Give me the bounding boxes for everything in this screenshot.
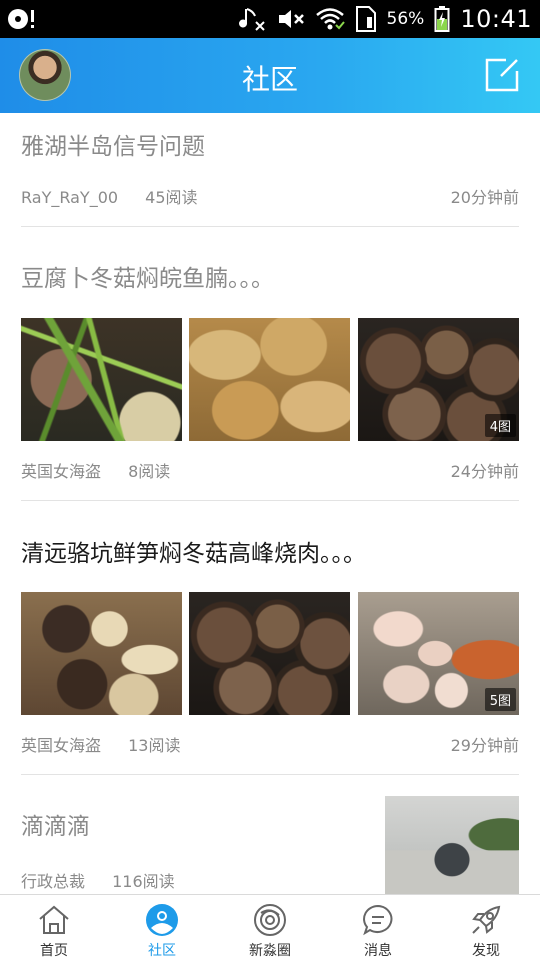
post-author: 英国女海盗 <box>21 736 102 755</box>
header-bar: 社区 <box>0 38 540 113</box>
post-image-roast-pork[interactable]: 5图 <box>358 592 519 715</box>
clock: 10:41 <box>460 5 532 33</box>
bottom-nav: 首页 社区 新淼圈 消息 发现 <box>0 894 540 960</box>
battery-percent: 56% <box>386 9 425 29</box>
nav-label: 社区 <box>148 943 176 959</box>
post-title: 雅湖半岛信号问题 <box>21 134 205 160</box>
image-count-badge: 5图 <box>484 688 516 711</box>
divider <box>21 774 519 775</box>
post-meta: RaY_RaY_00 45阅读 20分钟前 <box>21 184 519 208</box>
nav-home[interactable]: 首页 <box>0 895 108 960</box>
battery-charging-icon <box>434 5 450 33</box>
post-reads: 45阅读 <box>145 188 198 207</box>
post-item[interactable]: 雅湖半岛信号问题 RaY_RaY_00 45阅读 20分钟前 <box>21 127 519 207</box>
post-reads: 13阅读 <box>128 736 181 755</box>
nav-circle[interactable]: 新淼圈 <box>216 895 324 960</box>
post-title: 清远骆坑鲜笋焖冬菇高峰烧肉。。。 <box>21 541 366 567</box>
post-meta: 行政总裁 116阅读 <box>21 868 361 892</box>
wifi-icon <box>315 7 345 31</box>
divider <box>21 500 519 501</box>
home-icon <box>37 903 71 937</box>
post-image-fried-tofu[interactable] <box>189 318 350 441</box>
post-item[interactable]: 清远骆坑鲜笋焖冬菇高峰烧肉。。。 5图 英国女海盗 13阅读 29分钟前 <box>21 534 519 755</box>
post-image-shiitake[interactable] <box>189 592 350 715</box>
post-time: 20分钟前 <box>450 188 519 207</box>
nav-label: 新淼圈 <box>249 943 291 959</box>
compose-button[interactable] <box>484 57 520 93</box>
message-icon <box>361 903 395 937</box>
post-time: 24分钟前 <box>450 462 519 481</box>
post-feed[interactable]: 雅湖半岛信号问题 RaY_RaY_00 45阅读 20分钟前 豆腐卜冬菇焖皖鱼腩… <box>0 113 540 894</box>
music-muted-icon <box>238 5 267 33</box>
post-reads: 116阅读 <box>112 872 175 891</box>
post-image-bamboo-shoot-mushroom[interactable] <box>21 592 182 715</box>
post-title: 豆腐卜冬菇焖皖鱼腩。。。 <box>21 266 274 292</box>
disc-notification-icon <box>6 6 36 32</box>
divider <box>21 226 519 227</box>
post-time: 29分钟前 <box>450 736 519 755</box>
nav-label: 首页 <box>40 943 68 959</box>
rocket-icon <box>469 903 503 937</box>
community-icon <box>145 903 179 937</box>
volume-muted-icon <box>277 7 305 31</box>
post-meta: 英国女海盗 13阅读 29分钟前 <box>21 732 519 756</box>
sim-card-icon <box>355 5 377 33</box>
post-author: 行政总裁 <box>21 872 86 891</box>
post-item[interactable]: 豆腐卜冬菇焖皖鱼腩。。。 4图 英国女海盗 8阅读 24分钟前 <box>21 259 519 481</box>
post-images: 4图 <box>21 318 519 441</box>
post-reads: 8阅读 <box>128 462 171 481</box>
compose-icon <box>485 58 519 92</box>
post-author: 英国女海盗 <box>21 462 102 481</box>
post-image-street-car[interactable] <box>385 796 519 894</box>
post-image-shiitake[interactable]: 4图 <box>358 318 519 441</box>
nav-community[interactable]: 社区 <box>108 895 216 960</box>
post-image-scallion-fish[interactable] <box>21 318 182 441</box>
image-count-badge: 4图 <box>484 414 516 437</box>
post-author: RaY_RaY_00 <box>21 188 119 207</box>
circle-icon <box>253 903 287 937</box>
page-title: 社区 <box>241 63 298 96</box>
status-bar: 56% 10:41 <box>0 0 540 38</box>
nav-label: 发现 <box>472 943 500 959</box>
post-meta: 英国女海盗 8阅读 24分钟前 <box>21 458 519 482</box>
nav-messages[interactable]: 消息 <box>324 895 432 960</box>
nav-label: 消息 <box>364 943 392 959</box>
post-images: 5图 <box>21 592 519 715</box>
nav-discover[interactable]: 发现 <box>432 895 540 960</box>
